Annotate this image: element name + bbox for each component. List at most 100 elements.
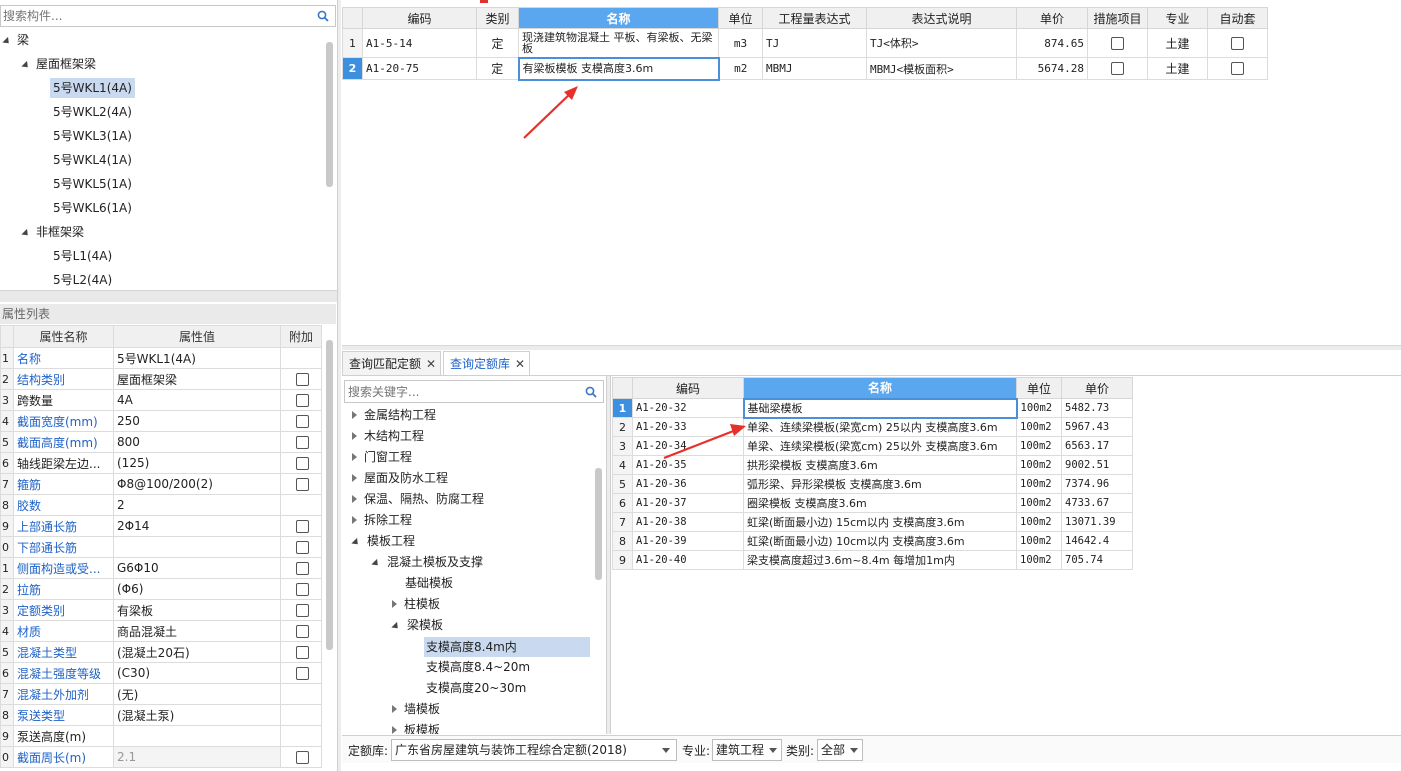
property-row[interactable]: 7 箍筋 Φ8@100/200(2) (0, 473, 322, 495)
tree-scrollbar[interactable] (326, 42, 333, 187)
library-tree-scrollbar[interactable] (595, 468, 602, 580)
extra-checkbox[interactable] (296, 520, 309, 533)
quota-major[interactable]: 土建 (1147, 57, 1208, 80)
expanded-arrow-icon[interactable] (371, 558, 381, 569)
collapsed-arrow-icon[interactable] (392, 600, 397, 608)
property-value[interactable]: (混凝土泵) (113, 704, 281, 726)
library-code[interactable]: A1-20-36 (632, 474, 744, 494)
library-name[interactable]: 基础梁模板 (742, 397, 1018, 419)
header-auto-apply[interactable]: 自动套 (1207, 7, 1268, 29)
library-unit[interactable]: 100m2 (1016, 417, 1062, 437)
tree-item[interactable]: 5号WKL3(1A) (53, 126, 132, 146)
library-unit[interactable]: 100m2 (1016, 474, 1062, 494)
library-tree-item[interactable]: 屋面及防水工程 (352, 468, 448, 488)
library-price[interactable]: 6563.17 (1061, 436, 1133, 456)
property-row[interactable]: 1 名称 5号WKL1(4A) (0, 347, 322, 369)
vertical-splitter[interactable] (337, 0, 341, 771)
library-code[interactable]: A1-20-37 (632, 493, 744, 513)
property-value[interactable]: 2.1 (113, 746, 281, 768)
extra-checkbox[interactable] (296, 436, 309, 449)
property-value[interactable] (113, 725, 281, 747)
library-row[interactable]: 9 A1-20-40 梁支模高度超过3.6m~8.4m 每增加1m内 100m2 705… (612, 550, 1133, 570)
library-name[interactable]: 虹梁(断面最小边) 10cm以内 支模高度3.6m (743, 531, 1017, 551)
search-icon[interactable] (317, 10, 329, 22)
library-tree-item[interactable]: 保温、隔热、防腐工程 (352, 489, 484, 509)
extra-checkbox[interactable] (296, 478, 309, 491)
property-row[interactable]: 1 侧面构造或受... G6Φ10 (0, 557, 322, 579)
tree-item[interactable]: 5号WKL2(4A) (53, 102, 132, 122)
major-select[interactable]: 建筑工程 (712, 739, 782, 761)
property-value[interactable]: (混凝土20石) (113, 641, 281, 663)
tree-item[interactable]: 5号WKL6(1A) (53, 198, 132, 218)
property-value[interactable]: 屋面框架梁 (113, 368, 281, 390)
property-value[interactable]: (125) (113, 452, 281, 474)
library-tree-item-selected[interactable]: 支模高度8.4m内 (424, 637, 590, 657)
library-tree-item[interactable]: 支模高度20~30m (426, 678, 526, 698)
library-name[interactable]: 单梁、连续梁模板(梁宽cm) 25以内 支模高度3.6m (743, 417, 1017, 437)
quota-major[interactable]: 土建 (1147, 28, 1208, 58)
property-value[interactable]: 5号WKL1(4A) (113, 347, 281, 369)
library-tree-item[interactable]: 板模板 (392, 720, 440, 734)
tree-item-selected[interactable]: 5号WKL1(4A) (50, 78, 135, 98)
property-value[interactable] (113, 536, 281, 558)
extra-checkbox[interactable] (296, 562, 309, 575)
library-name[interactable]: 梁支模高度超过3.6m~8.4m 每增加1m内 (743, 550, 1017, 570)
header-price[interactable]: 单价 (1016, 7, 1088, 29)
property-row[interactable]: 6 混凝土强度等级 (C30) (0, 662, 322, 684)
library-unit[interactable]: 100m2 (1016, 493, 1062, 513)
property-row[interactable]: 0 下部通长筋 (0, 536, 322, 558)
library-tree-item[interactable]: 梁模板 (391, 615, 443, 635)
tree-item[interactable]: 5号L1(4A) (53, 246, 112, 266)
search-icon[interactable] (585, 386, 597, 398)
property-value[interactable]: 有梁板 (113, 599, 281, 621)
expanded-arrow-icon[interactable] (351, 537, 361, 548)
property-row[interactable]: 8 胶数 2 (0, 494, 322, 516)
property-value[interactable]: Φ8@100/200(2) (113, 473, 281, 495)
quota-code[interactable]: A1-5-14 (362, 28, 477, 58)
lower-splitter[interactable] (606, 376, 611, 734)
library-tree-item[interactable]: 模板工程 (351, 531, 415, 551)
library-code[interactable]: A1-20-39 (632, 531, 744, 551)
collapsed-arrow-icon[interactable] (392, 705, 397, 713)
library-unit[interactable]: 100m2 (1016, 531, 1062, 551)
auto-apply-checkbox[interactable] (1231, 36, 1244, 50)
property-row[interactable]: 2 拉筋 (Φ6) (0, 578, 322, 600)
library-name[interactable]: 弧形梁、异形梁模板 支模高度3.6m (743, 474, 1017, 494)
library-tree-item[interactable]: 金属结构工程 (352, 405, 436, 425)
tree-node-non-frame-beam[interactable]: 非框架梁 (21, 222, 84, 242)
expanded-arrow-icon[interactable] (391, 621, 401, 632)
library-row[interactable]: 7 A1-20-38 虹梁(断面最小边) 15cm以内 支模高度3.6m 100m2 1… (612, 512, 1133, 532)
header-price[interactable]: 单价 (1061, 377, 1133, 399)
property-row[interactable]: 4 材质 商品混凝土 (0, 620, 322, 642)
library-row[interactable]: 8 A1-20-39 虹梁(断面最小边) 10cm以内 支模高度3.6m 100m2 1… (612, 531, 1133, 551)
property-row[interactable]: 5 截面高度(mm) 800 (0, 431, 322, 453)
properties-scrollbar[interactable] (326, 340, 333, 650)
chevron-down-icon[interactable] (662, 748, 670, 753)
library-select[interactable]: 广东省房屋建筑与装饰工程综合定额(2018) (391, 739, 677, 761)
library-name[interactable]: 圈梁模板 支模高度3.6m (743, 493, 1017, 513)
library-name[interactable]: 虹梁(断面最小边) 15cm以内 支模高度3.6m (743, 512, 1017, 532)
tab-query-library[interactable]: 查询定额库 ✕ (443, 351, 530, 375)
property-value[interactable]: (无) (113, 683, 281, 705)
property-row[interactable]: 3 跨数量 4A (0, 389, 322, 411)
measure-item-checkbox[interactable] (1111, 62, 1124, 76)
library-tree-item[interactable]: 木结构工程 (352, 426, 424, 446)
library-tree-item[interactable]: 拆除工程 (352, 510, 412, 530)
extra-checkbox[interactable] (296, 751, 309, 764)
property-value[interactable]: G6Φ10 (113, 557, 281, 579)
tree-item[interactable]: 5号WKL4(1A) (53, 150, 132, 170)
library-price[interactable]: 5967.43 (1061, 417, 1133, 437)
horizontal-splitter[interactable] (342, 345, 1401, 350)
property-row[interactable]: 4 截面宽度(mm) 250 (0, 410, 322, 432)
header-expression-desc[interactable]: 表达式说明 (866, 7, 1017, 29)
library-code[interactable]: A1-20-40 (632, 550, 744, 570)
property-value[interactable]: 商品混凝土 (113, 620, 281, 642)
library-code[interactable]: A1-20-38 (632, 512, 744, 532)
tree-node-roof-frame-beam[interactable]: 屋面框架梁 (21, 54, 96, 74)
collapsed-arrow-icon[interactable] (352, 495, 357, 503)
library-unit[interactable]: 100m2 (1016, 436, 1062, 456)
library-tree-item[interactable]: 支模高度8.4~20m (426, 657, 530, 677)
property-value[interactable]: 2Φ14 (113, 515, 281, 537)
library-price[interactable]: 13071.39 (1061, 512, 1133, 532)
property-row[interactable]: 0 截面周长(m) 2.1 (0, 746, 322, 768)
